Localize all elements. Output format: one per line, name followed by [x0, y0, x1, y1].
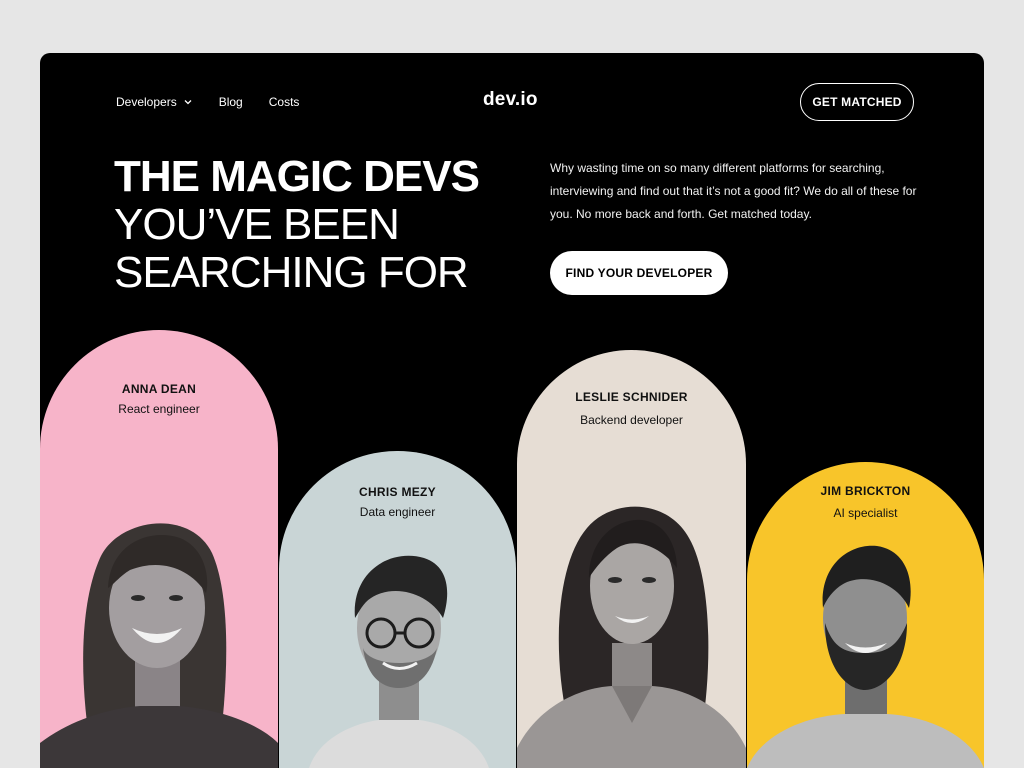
- hero-title: THE MAGIC DEVS YOU’VE BEEN SEARCHING FOR: [114, 152, 480, 297]
- nav-developers-dropdown[interactable]: Developers: [116, 95, 193, 109]
- developer-card-chris-mezy[interactable]: CHRIS MEZY Data engineer: [279, 451, 516, 768]
- hero-description: Why wasting time on so many different pl…: [550, 161, 917, 221]
- chevron-down-icon: [184, 100, 192, 105]
- developer-role: Backend developer: [580, 413, 683, 427]
- developer-name: LESLIE SCHNIDER: [575, 390, 688, 404]
- nav-developers-label: Developers: [116, 95, 177, 109]
- developer-role: Data engineer: [359, 505, 436, 519]
- developer-portrait-jim: [747, 545, 984, 768]
- developer-name: ANNA DEAN: [121, 382, 197, 396]
- developer-portrait-chris: [309, 555, 489, 768]
- hero-title-line-1: THE MAGIC DEVS: [114, 152, 480, 201]
- nav-costs-link[interactable]: Costs: [269, 95, 300, 109]
- developer-role: React engineer: [118, 402, 200, 416]
- developer-name: CHRIS MEZY: [358, 485, 436, 499]
- developer-name: JIM BRICKTON: [820, 484, 911, 498]
- hero-title-line-2: YOU’VE BEEN: [114, 200, 400, 249]
- nav-blog-link[interactable]: Blog: [219, 95, 243, 109]
- landing-page-frame: Developers Blog Costs dev.io GET MATCHED…: [40, 53, 984, 768]
- site-logo[interactable]: dev.io: [483, 89, 538, 111]
- hero-title-line-3: SEARCHING FOR: [114, 248, 469, 297]
- developer-role: AI specialist: [833, 506, 898, 520]
- find-developer-button[interactable]: FIND YOUR DEVELOPER: [550, 251, 728, 295]
- main-nav: Developers Blog Costs: [116, 95, 325, 109]
- developer-card-anna-dean[interactable]: ANNA DEAN React engineer: [40, 330, 278, 768]
- developer-portrait-leslie: [517, 506, 746, 768]
- get-matched-button[interactable]: GET MATCHED: [800, 83, 914, 121]
- developer-portrait-anna: [40, 523, 278, 768]
- developer-card-jim-brickton[interactable]: JIM BRICKTON AI specialist: [747, 462, 984, 768]
- developer-card-leslie-schnider[interactable]: LESLIE SCHNIDER Backend developer: [517, 350, 746, 768]
